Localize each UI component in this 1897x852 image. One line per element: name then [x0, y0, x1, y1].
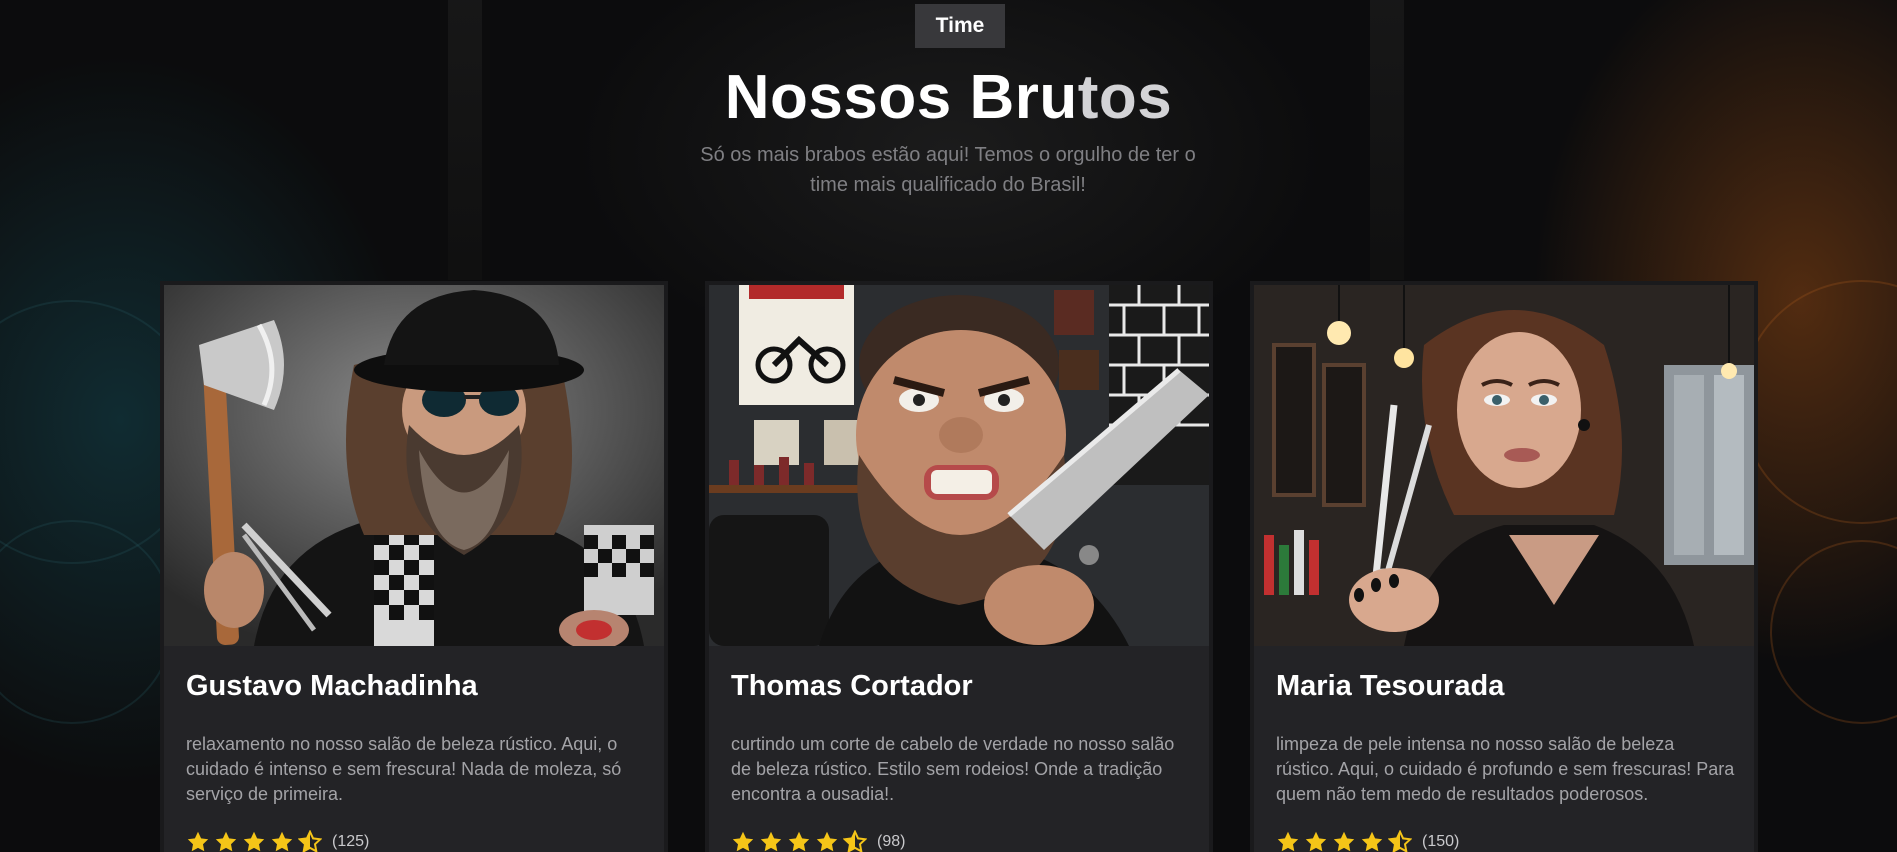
section-title-fade: tos	[1077, 63, 1173, 132]
team-section: Time Nossos Brutos Só os mais brabos est…	[0, 0, 1897, 852]
star-icon	[816, 831, 838, 852]
angry-barber-with-razor-photo	[709, 285, 1209, 646]
star-icon	[1305, 831, 1327, 852]
review-count: (98)	[877, 833, 906, 850]
section-subtitle: Só os mais brabos estão aqui! Temos o or…	[700, 144, 1196, 196]
bearded-barber-with-axe-photo	[164, 285, 664, 646]
team-member-name: Gustavo Machadinha	[186, 670, 478, 702]
section-title-main: Nossos Bru	[724, 63, 1078, 132]
team-member-description: limpeza de pele intensa no nosso salão d…	[1276, 734, 1735, 804]
background-post	[1370, 0, 1404, 280]
team-member-description: curtindo um corte de cabelo de verdade n…	[731, 734, 1175, 804]
team-member-description: relaxamento no nosso salão de beleza rús…	[186, 734, 622, 804]
star-icon	[1333, 831, 1355, 852]
team-card-maria: Maria Tesourada limpeza de pele intensa …	[1250, 281, 1758, 852]
star-icon	[243, 831, 265, 852]
section-title: Nossos Brutos	[0, 62, 1897, 133]
background-swirl	[1740, 280, 1897, 524]
star-rating: (150)	[1276, 830, 1459, 852]
star-half-icon	[298, 830, 322, 852]
team-member-name: Thomas Cortador	[731, 670, 973, 702]
background-post	[448, 0, 482, 280]
star-icon	[271, 831, 293, 852]
star-icon	[187, 831, 209, 852]
team-member-name: Maria Tesourada	[1276, 670, 1505, 702]
team-card-thomas: Thomas Cortador curtindo um corte de cab…	[705, 281, 1213, 852]
review-count: (150)	[1422, 833, 1460, 850]
star-half-icon	[843, 830, 867, 852]
star-icon	[760, 831, 782, 852]
star-half-icon	[1388, 830, 1412, 852]
team-card-gustavo: Gustavo Machadinha relaxamento no nosso …	[160, 281, 668, 852]
background-swirl	[1770, 540, 1897, 724]
star-icon	[732, 831, 754, 852]
review-count: (125)	[332, 833, 370, 850]
star-icon	[1361, 831, 1383, 852]
star-icon	[215, 831, 237, 852]
star-rating: (125)	[186, 830, 369, 852]
section-badge: Time	[915, 4, 1005, 48]
star-icon	[1277, 831, 1299, 852]
background-swirl	[0, 520, 174, 724]
woman-barber-with-scissors-photo	[1254, 285, 1754, 646]
star-icon	[788, 831, 810, 852]
star-rating: (98)	[731, 830, 905, 852]
